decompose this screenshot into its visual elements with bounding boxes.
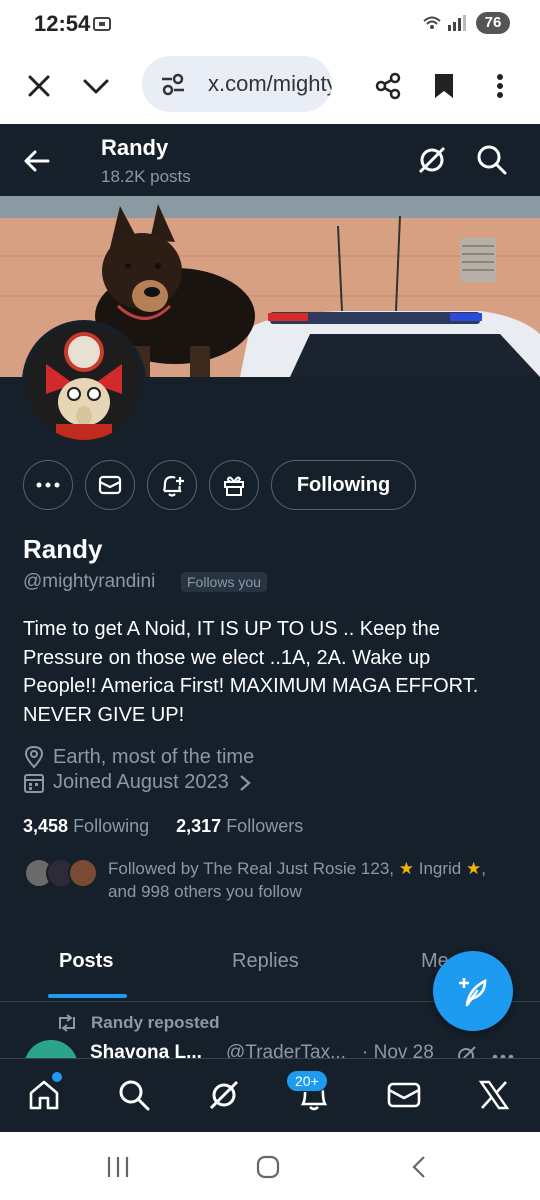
tweet-author-avatar[interactable] [24,1040,78,1060]
comet-emoji-icon: ★ [398,859,414,878]
bio-line: Time to get A Noid, IT IS UP TO US .. Ke… [23,618,440,640]
followers-label: Followers [226,816,304,836]
back-icon[interactable] [410,1155,428,1179]
profile-joined[interactable]: Joined August 2023 [23,771,261,794]
location-text: Earth, most of the time [53,745,255,768]
search-icon [119,1080,150,1111]
header-name: Randy [101,135,169,160]
system-navigation-bar [0,1132,540,1200]
mail-icon [387,1082,421,1108]
notify-button[interactable] [147,460,197,510]
tab-replies[interactable]: Replies [232,950,299,973]
tab-posts[interactable]: Posts [59,950,113,973]
gift-button[interactable] [209,460,259,510]
bottom-navigation: 20+ [0,1058,540,1132]
compose-post-button[interactable] [433,951,513,1031]
chevron-down-icon [83,79,109,94]
followed-by[interactable]: Followed by The Real Just Rosie 123, ★ I… [24,857,524,907]
home-unread-dot [52,1072,62,1082]
follow-counts: 3,458 Following 2,317 Followers [23,816,303,837]
tweet-header[interactable]: Shavona L... @TraderTax... · Nov 28 [0,1040,540,1060]
comet-emoji-icon: ★ [466,859,482,878]
header-post-count: 18.2K posts [101,167,191,186]
close-icon [28,75,50,97]
bookmark-button[interactable] [424,66,464,106]
notifications-badge: 20+ [286,1070,328,1092]
bio-line: Pressure on those we elect ..1A, 2A. Wak… [23,646,431,669]
close-tab-button[interactable] [19,66,59,106]
follows-you-badge: Follows you [181,572,267,592]
nav-x[interactable] [474,1075,514,1115]
following-label: Following [73,816,150,836]
battery-indicator: 76 [476,12,510,34]
profile-handle: @mightyrandini [23,571,156,592]
profile-location: Earth, most of the time [23,745,254,769]
profile-bio: Time to get A Noid, IT IS UP TO US .. Ke… [23,615,523,729]
nav-grok[interactable] [204,1075,244,1115]
status-time: 12:54 [34,11,91,36]
nav-messages[interactable] [384,1075,424,1115]
follower-avatar [68,858,98,888]
site-settings-icon [162,73,184,96]
screenshot-icon [93,17,111,31]
more-horizontal-icon [36,482,60,488]
profile-name: Randy [23,534,103,564]
bio-line: People!! America First! MAXIMUM MAGA EFF… [23,675,479,697]
browser-toolbar: x.com/mightyrandini [0,48,540,124]
repost-indicator: Randy reposted [55,1013,219,1033]
following-count-link[interactable]: 3,458 Following [23,816,149,836]
gift-icon [224,476,244,496]
following-button[interactable]: Following [271,460,416,510]
status-bar: 12:54 76 [0,0,540,48]
followed-by-part2: Ingrid [418,859,462,878]
grok-icon[interactable] [414,142,450,178]
signal-icon [423,15,466,31]
home-button-icon[interactable] [256,1155,280,1179]
more-options-button[interactable] [23,460,73,510]
feather-plus-icon [459,978,487,1007]
profile-header: Randy 18.2K posts [0,124,540,196]
bio-line: NEVER GIVE UP! [23,703,185,726]
repost-icon [59,1014,75,1032]
home-icon [29,1080,59,1110]
followed-by-text: Followed by The Real Just Rosie 123, ★ I… [108,857,518,903]
avatar-image [26,324,142,440]
back-arrow-icon[interactable] [20,144,54,178]
followed-by-part1: Followed by The Real Just Rosie 123, [108,859,395,878]
address-bar[interactable]: x.com/mightyrandini [142,56,332,112]
browser-menu-button[interactable] [480,66,520,106]
message-button[interactable] [85,460,135,510]
grok-icon [209,1080,239,1110]
share-button[interactable] [368,66,408,106]
followers-count-link[interactable]: 2,317 Followers [176,816,303,836]
followers-count: 2,317 [176,816,222,836]
share-icon [375,72,401,100]
search-icon[interactable] [474,142,510,178]
chevron-right-icon [239,774,251,791]
profile-avatar[interactable] [22,320,146,444]
recent-apps-icon[interactable] [106,1156,130,1178]
bookmark-icon [435,74,453,98]
x-logo-icon [478,1080,510,1110]
mail-icon [98,475,122,495]
bell-plus-icon [162,475,184,497]
joined-text: Joined August 2023 [53,771,229,793]
nav-search[interactable] [114,1075,154,1115]
repost-label: Randy reposted [91,1013,220,1032]
calendar-icon [24,773,44,793]
following-count: 3,458 [23,816,69,836]
expand-button[interactable] [76,66,116,106]
active-tab-indicator [48,994,127,998]
url-text: x.com/mightyrandini [208,71,332,96]
location-pin-icon [24,745,44,769]
more-vertical-icon [497,74,503,98]
